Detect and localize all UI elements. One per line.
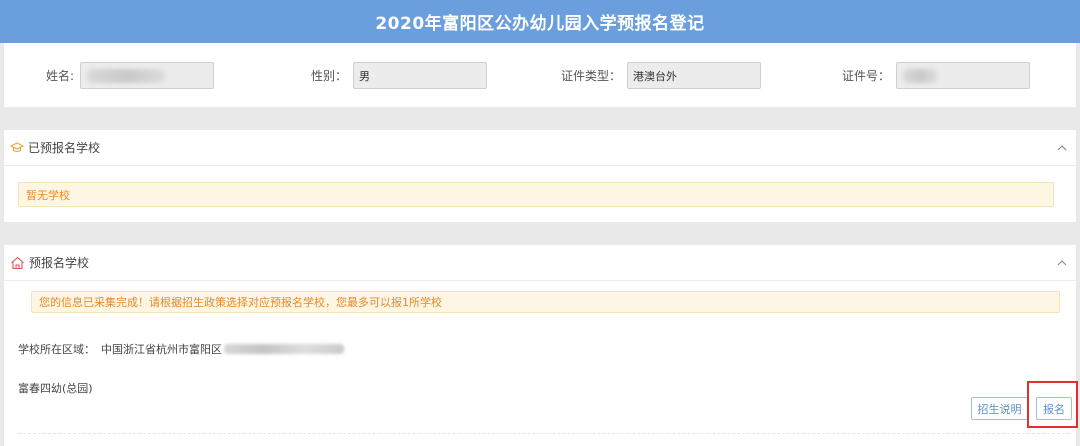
registered-schools-header[interactable]: 已预报名学校 bbox=[4, 130, 1076, 166]
preregister-schools-title: 预报名学校 bbox=[29, 256, 90, 270]
info-collected-notice: 您的信息已采集完成！请根据招生政策选择对应预报名学校，您最多可以报1所学校 bbox=[31, 291, 1060, 313]
home-icon bbox=[11, 256, 24, 269]
school-region-row: 学校所在区域： 中国浙江省杭州市富阳区 bbox=[18, 341, 344, 357]
gender-field-group: 性别： 男 bbox=[311, 62, 488, 89]
redacted-blur bbox=[903, 69, 938, 83]
id-number-field[interactable] bbox=[896, 62, 1031, 89]
id-type-label: 证件类型： bbox=[561, 69, 622, 83]
divider bbox=[18, 433, 1070, 434]
name-field-group: 姓名: bbox=[46, 62, 215, 89]
school-region-label: 学校所在区域： bbox=[18, 343, 95, 356]
redacted-blur bbox=[87, 69, 166, 83]
school-name: 富春四幼(总园) bbox=[18, 382, 93, 395]
redacted-blur bbox=[224, 344, 344, 354]
preregister-schools-header[interactable]: 预报名学校 bbox=[4, 245, 1076, 281]
name-field[interactable] bbox=[80, 62, 215, 89]
id-type-field-group: 证件类型： 港澳台外 bbox=[561, 62, 762, 89]
apply-button-highlight bbox=[1027, 381, 1078, 428]
gender-field[interactable]: 男 bbox=[353, 62, 488, 89]
applicant-info-panel: 姓名: 性别： 男 证件类型： 港澳台外 证件号： bbox=[4, 43, 1076, 107]
chevron-up-icon[interactable] bbox=[1056, 257, 1068, 269]
chevron-up-icon[interactable] bbox=[1056, 142, 1068, 154]
no-school-notice: 暂无学校 bbox=[18, 182, 1054, 207]
page-header: 2020年富阳区公办幼儿园入学预报名登记 bbox=[0, 0, 1080, 43]
gender-label: 性别： bbox=[311, 69, 348, 83]
id-type-value: 港澳台外 bbox=[633, 69, 678, 83]
page-title: 2020年富阳区公办幼儿园入学预报名登记 bbox=[375, 14, 705, 34]
id-number-label: 证件号： bbox=[842, 69, 891, 83]
gender-value: 男 bbox=[359, 69, 371, 83]
id-type-field[interactable]: 港澳台外 bbox=[627, 62, 762, 89]
registered-schools-title: 已预报名学校 bbox=[28, 141, 101, 155]
registered-schools-section: 已预报名学校 暂无学校 bbox=[4, 130, 1076, 222]
school-region-text: 中国浙江省杭州市富阳区 bbox=[101, 343, 222, 356]
name-label: 姓名: bbox=[46, 69, 75, 83]
id-number-field-group: 证件号： bbox=[842, 62, 1031, 89]
school-region-value: 中国浙江省杭州市富阳区 bbox=[101, 341, 222, 357]
graduation-cap-icon bbox=[10, 141, 24, 152]
admission-policy-button[interactable]: 招生说明 bbox=[971, 397, 1028, 420]
